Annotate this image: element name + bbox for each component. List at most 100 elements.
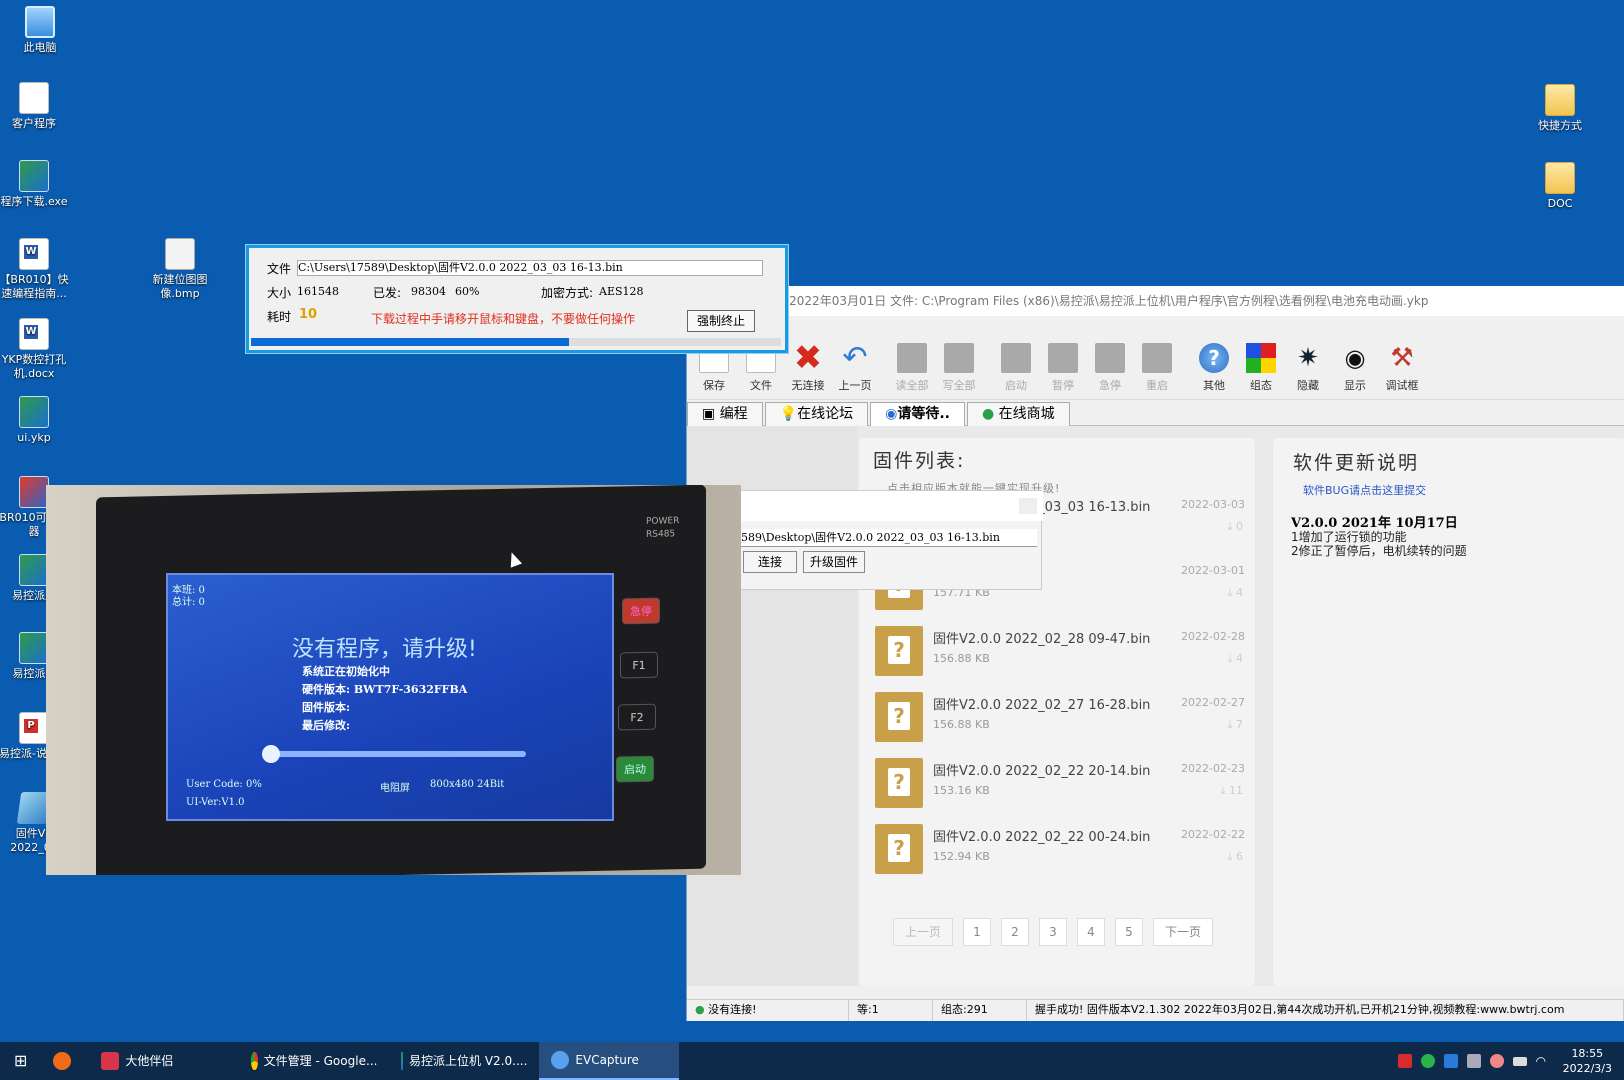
desktop-icon-label: 程序下载.exe <box>0 195 68 208</box>
desktop-icon-label: 【BR010】快速编程指南... <box>0 273 69 300</box>
toolbar-label: 保存 <box>703 379 725 392</box>
tab-waiting[interactable]: ◉请等待.. <box>870 402 965 426</box>
sogou-icon <box>53 1052 72 1070</box>
upgrade-firmware-button[interactable]: 升级固件 <box>803 551 865 573</box>
toolbar-write-all-button[interactable]: 写全部 <box>936 343 982 393</box>
desktop-icon-ui-ykp[interactable]: ui.ykp <box>0 396 72 445</box>
desktop-icon-download-exe[interactable]: 程序下载.exe <box>0 160 72 209</box>
desktop-icon-ykp-docx[interactable]: YKP数控打孔机.docx <box>0 318 72 381</box>
app-icon <box>19 476 49 508</box>
firmware-item[interactable]: 固件V2.0.0 2022_02_27 16-28.bin 156.88 KB 20… <box>875 688 1245 748</box>
file-label: 文件 <box>267 262 292 276</box>
download-progress-track <box>251 338 781 346</box>
start-button[interactable]: ⊞ <box>0 1042 41 1080</box>
toolbar-undo-button[interactable]: ↶ 上一页 <box>832 343 878 393</box>
connect-button[interactable]: 连接 <box>743 551 797 573</box>
firmware-item[interactable]: 固件V2.0.0 2022_02_22 20-14.bin 153.16 KB 20… <box>875 754 1245 814</box>
size-value: 161548 <box>297 285 339 298</box>
toolbar-label: 急停 <box>1099 379 1121 392</box>
close-icon[interactable] <box>1019 498 1037 514</box>
tab-forum[interactable]: 💡在线论坛 <box>764 402 869 426</box>
toolbar-disconnect-button[interactable]: ✖ 无连接 <box>785 338 831 393</box>
toolbar-hide-button[interactable]: ✷ 隐藏 <box>1285 343 1331 393</box>
toolbar-show-button[interactable]: ◉ 显示 <box>1332 343 1378 393</box>
taskbar-evcapture[interactable]: EVCapture <box>539 1042 680 1080</box>
toolbar: 保存 文件 ✖ 无连接 ↶ 上一页 读全部 写全部 启动 暂停 急停 重启 ? 其他 组态 ✷ 隐藏 ◉ 显示 ⚒ 调试… <box>687 316 1624 400</box>
page-2-button[interactable]: 2 <box>1001 918 1029 946</box>
disconnect-icon: ✖ <box>793 338 823 378</box>
toolbar-label: 重启 <box>1146 379 1168 392</box>
app-icon <box>19 160 49 192</box>
toolbar-label: 启动 <box>1005 379 1027 392</box>
toolbar-pause-button[interactable]: 暂停 <box>1040 343 1086 393</box>
taskbar-ykp-app[interactable]: 易控派上位机 V2.0.... <box>389 1042 539 1080</box>
tab-shop[interactable]: ● 在线商城 <box>966 402 1070 426</box>
firmware-date: 2022-02-28 <box>1181 630 1245 643</box>
ykp-app-window: V2.0.559-正式版 2022年03月01日 文件: C:\Program … <box>686 286 1624 1021</box>
show-icon: ◉ <box>1344 344 1366 372</box>
word-icon <box>19 318 49 350</box>
toolbar-start-button[interactable]: 启动 <box>993 343 1039 393</box>
page-5-button[interactable]: 5 <box>1115 918 1143 946</box>
desktop-icon-doc[interactable]: DOC <box>1522 162 1598 211</box>
app-red-icon <box>101 1052 120 1070</box>
app-icon <box>19 554 49 586</box>
hmi-line: 最后修改: <box>302 719 351 732</box>
firmware-item[interactable]: 固件V2.0.0 2022_02_22 00-24.bin 152.94 KB 20… <box>875 820 1245 880</box>
prev-page-button[interactable]: 上一页 <box>893 918 953 946</box>
taskbar-app-companion[interactable]: 大他伴侣 <box>89 1042 239 1080</box>
info-icon: ◉ <box>885 406 898 422</box>
firmware-date: 2022-02-27 <box>1181 696 1245 709</box>
network-share-icon[interactable] <box>1443 1054 1458 1068</box>
estop-icon <box>1095 343 1125 373</box>
taskbar-sogou[interactable] <box>41 1042 89 1080</box>
desktop-icon-client-programs[interactable]: 客户程序 <box>0 82 72 131</box>
ykp-icon <box>19 396 49 428</box>
desktop-icon-this-pc[interactable]: 此电脑 <box>2 6 78 55</box>
notes-line: 2修正了暂停后，电机续转的问题 <box>1291 544 1467 558</box>
encryption-value: AES128 <box>599 285 644 298</box>
word-icon <box>19 238 49 270</box>
battery-icon[interactable] <box>1512 1056 1527 1066</box>
folder-icon <box>1545 162 1575 194</box>
bug-report-link[interactable]: 软件BUG请点击这里提交 <box>1303 482 1426 498</box>
tab-label: 在线论坛 <box>797 406 854 422</box>
page-3-button[interactable]: 3 <box>1039 918 1067 946</box>
next-page-button[interactable]: 下一页 <box>1153 918 1213 946</box>
globe-icon: ● <box>695 1003 709 1016</box>
desktop-icon-bmp[interactable]: 新建位图图像.bmp <box>142 238 218 301</box>
desktop-icon-shortcut[interactable]: 快捷方式 <box>1522 84 1598 133</box>
windows-start-icon: ⊞ <box>14 1051 28 1070</box>
flower-icon[interactable] <box>1489 1054 1504 1068</box>
page-4-button[interactable]: 4 <box>1077 918 1105 946</box>
toolbar-restart-button[interactable]: 重启 <box>1134 343 1180 393</box>
taskbar-chrome[interactable]: 文件管理 - Google... <box>239 1042 389 1080</box>
wifi-icon[interactable]: ◠ <box>1536 1054 1550 1068</box>
tab-bar: ▣ 编程 💡在线论坛 ◉请等待.. ● 在线商城 <box>687 400 1624 426</box>
force-stop-button[interactable]: 强制终止 <box>687 310 755 332</box>
tab-programming[interactable]: ▣ 编程 <box>687 402 763 426</box>
firmware-item[interactable]: 固件V2.0.0 2022_02_28 09-47.bin 156.88 KB 20… <box>875 622 1245 682</box>
desktop-icon-label: 新建位图图像.bmp <box>152 273 208 300</box>
restart-icon <box>1142 343 1172 373</box>
toolbar-help-button[interactable]: ? 其他 <box>1191 343 1237 393</box>
toolbar-config-button[interactable]: 组态 <box>1238 343 1284 393</box>
download-count: ⤓ 0 <box>1227 520 1243 533</box>
wechat-icon[interactable] <box>1420 1054 1435 1068</box>
estop-button: 急停 <box>622 597 660 625</box>
power-text: POWER <box>646 516 680 527</box>
wps-icon[interactable] <box>1397 1054 1412 1068</box>
toolbar-read-all-button[interactable]: 读全部 <box>889 343 935 393</box>
firmware-size: 152.94 KB <box>933 850 990 863</box>
toolbar-estop-button[interactable]: 急停 <box>1087 343 1133 393</box>
printer-icon[interactable] <box>1466 1054 1481 1068</box>
update-notes-panel: 软件更新说明 软件BUG请点击这里提交 V2.0.0 2021年 10月17日 … <box>1273 438 1624 986</box>
clock[interactable]: 18:55 2022/3/3 <box>1563 1046 1612 1076</box>
toolbar-label: 文件 <box>750 379 772 392</box>
toolbar-label: 显示 <box>1344 379 1366 392</box>
toolbar-debug-button[interactable]: ⚒ 调试框 <box>1379 343 1425 393</box>
toolbar-label: 读全部 <box>895 379 929 392</box>
bmp-icon <box>165 238 195 270</box>
desktop-icon-quick-guide[interactable]: 【BR010】快速编程指南... <box>0 238 72 301</box>
page-1-button[interactable]: 1 <box>963 918 991 946</box>
